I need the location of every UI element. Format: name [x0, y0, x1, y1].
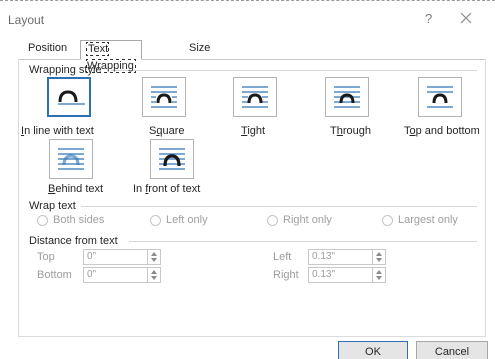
ok-button[interactable]: OK	[338, 341, 408, 359]
square-wrap-icon	[151, 86, 177, 108]
spinner-arrows-icon[interactable]	[147, 250, 160, 264]
wrap-option-in-front-of-text[interactable]	[150, 139, 194, 179]
radio-left-only-label: Left only	[166, 214, 208, 226]
wrap-option-behind-text[interactable]	[49, 139, 93, 179]
spinner-arrows-icon[interactable]	[147, 268, 160, 282]
layout-dialog: Layout ? Position Text Wrapping Size Wra…	[0, 0, 495, 359]
distance-right-spinner[interactable]: 0.13"	[308, 267, 386, 283]
wrap-option-inline[interactable]	[47, 77, 91, 117]
wrap-label-in-front-of-text[interactable]: In front of text	[133, 183, 200, 195]
wrap-option-square[interactable]	[142, 77, 186, 117]
help-icon[interactable]: ?	[425, 11, 432, 26]
distance-bottom-spinner[interactable]: 0"	[83, 267, 161, 283]
divider	[129, 241, 477, 242]
tab-position-label: Position	[28, 42, 68, 54]
distance-bottom-value: 0"	[87, 269, 97, 280]
tab-size-label: Size	[189, 42, 211, 54]
divider	[81, 206, 477, 207]
in-front-of-text-icon	[159, 148, 185, 170]
radio-circle	[267, 214, 278, 226]
radio-both-sides-label: Both sides	[53, 214, 105, 226]
distance-top-value: 0"	[87, 251, 97, 262]
radio-largest-only-label: Largest only	[398, 214, 458, 226]
behind-text-icon	[58, 148, 84, 170]
wrap-label-square[interactable]: Square	[149, 125, 185, 137]
tab-text-wrapping-label: Text Wrapping	[86, 42, 136, 73]
distance-heading: Distance from text	[29, 235, 118, 247]
wrap-text-heading: Wrap text	[29, 200, 76, 212]
title-bar: Layout ?	[0, 1, 495, 39]
distance-bottom-label: Bottom	[37, 269, 72, 281]
close-icon[interactable]	[455, 7, 477, 29]
distance-left-value: 0.13"	[312, 251, 336, 262]
tight-wrap-icon	[242, 86, 268, 108]
dialog-title: Layout	[8, 13, 45, 27]
distance-left-label: Left	[273, 251, 292, 263]
distance-top-label: Top	[37, 251, 55, 263]
distance-right-value: 0.13"	[312, 269, 336, 280]
radio-left-only[interactable]: Left only	[150, 214, 208, 226]
wrap-option-tight[interactable]	[233, 77, 277, 117]
wrap-option-through[interactable]	[325, 77, 369, 117]
wrap-label-tight[interactable]: Tight	[241, 125, 265, 137]
distance-left-spinner[interactable]: 0.13"	[308, 249, 386, 265]
wrap-label-through[interactable]: Through	[330, 125, 371, 137]
top-and-bottom-icon	[427, 86, 453, 108]
wrap-label-behind-text[interactable]: Behind text	[48, 183, 103, 195]
tab-position[interactable]: Position	[22, 40, 73, 59]
divider	[111, 70, 477, 71]
radio-both-sides[interactable]: Both sides	[37, 214, 104, 226]
spinner-arrows-icon[interactable]	[372, 250, 385, 264]
radio-right-only-label: Right only	[283, 214, 332, 226]
radio-circle	[382, 214, 393, 226]
radio-circle	[150, 214, 161, 226]
wrap-label-top-and-bottom[interactable]: Top and bottom	[404, 125, 480, 137]
text-wrapping-panel: Wrapping style In line with text Square	[18, 59, 486, 337]
radio-circle	[37, 214, 48, 226]
spinner-arrows-icon[interactable]	[372, 268, 385, 282]
inline-with-text-icon	[58, 90, 85, 105]
wrap-label-inline[interactable]: In line with text	[21, 125, 94, 137]
tab-text-wrapping[interactable]: Text Wrapping	[80, 40, 142, 73]
distance-top-spinner[interactable]: 0"	[83, 249, 161, 265]
tab-size[interactable]: Size	[183, 40, 216, 59]
cancel-button[interactable]: Cancel	[416, 341, 488, 359]
radio-largest-only[interactable]: Largest only	[382, 214, 458, 226]
distance-right-label: Right	[273, 269, 299, 281]
radio-right-only[interactable]: Right only	[267, 214, 332, 226]
through-wrap-icon	[334, 86, 360, 108]
wrap-option-top-and-bottom[interactable]	[418, 77, 462, 117]
